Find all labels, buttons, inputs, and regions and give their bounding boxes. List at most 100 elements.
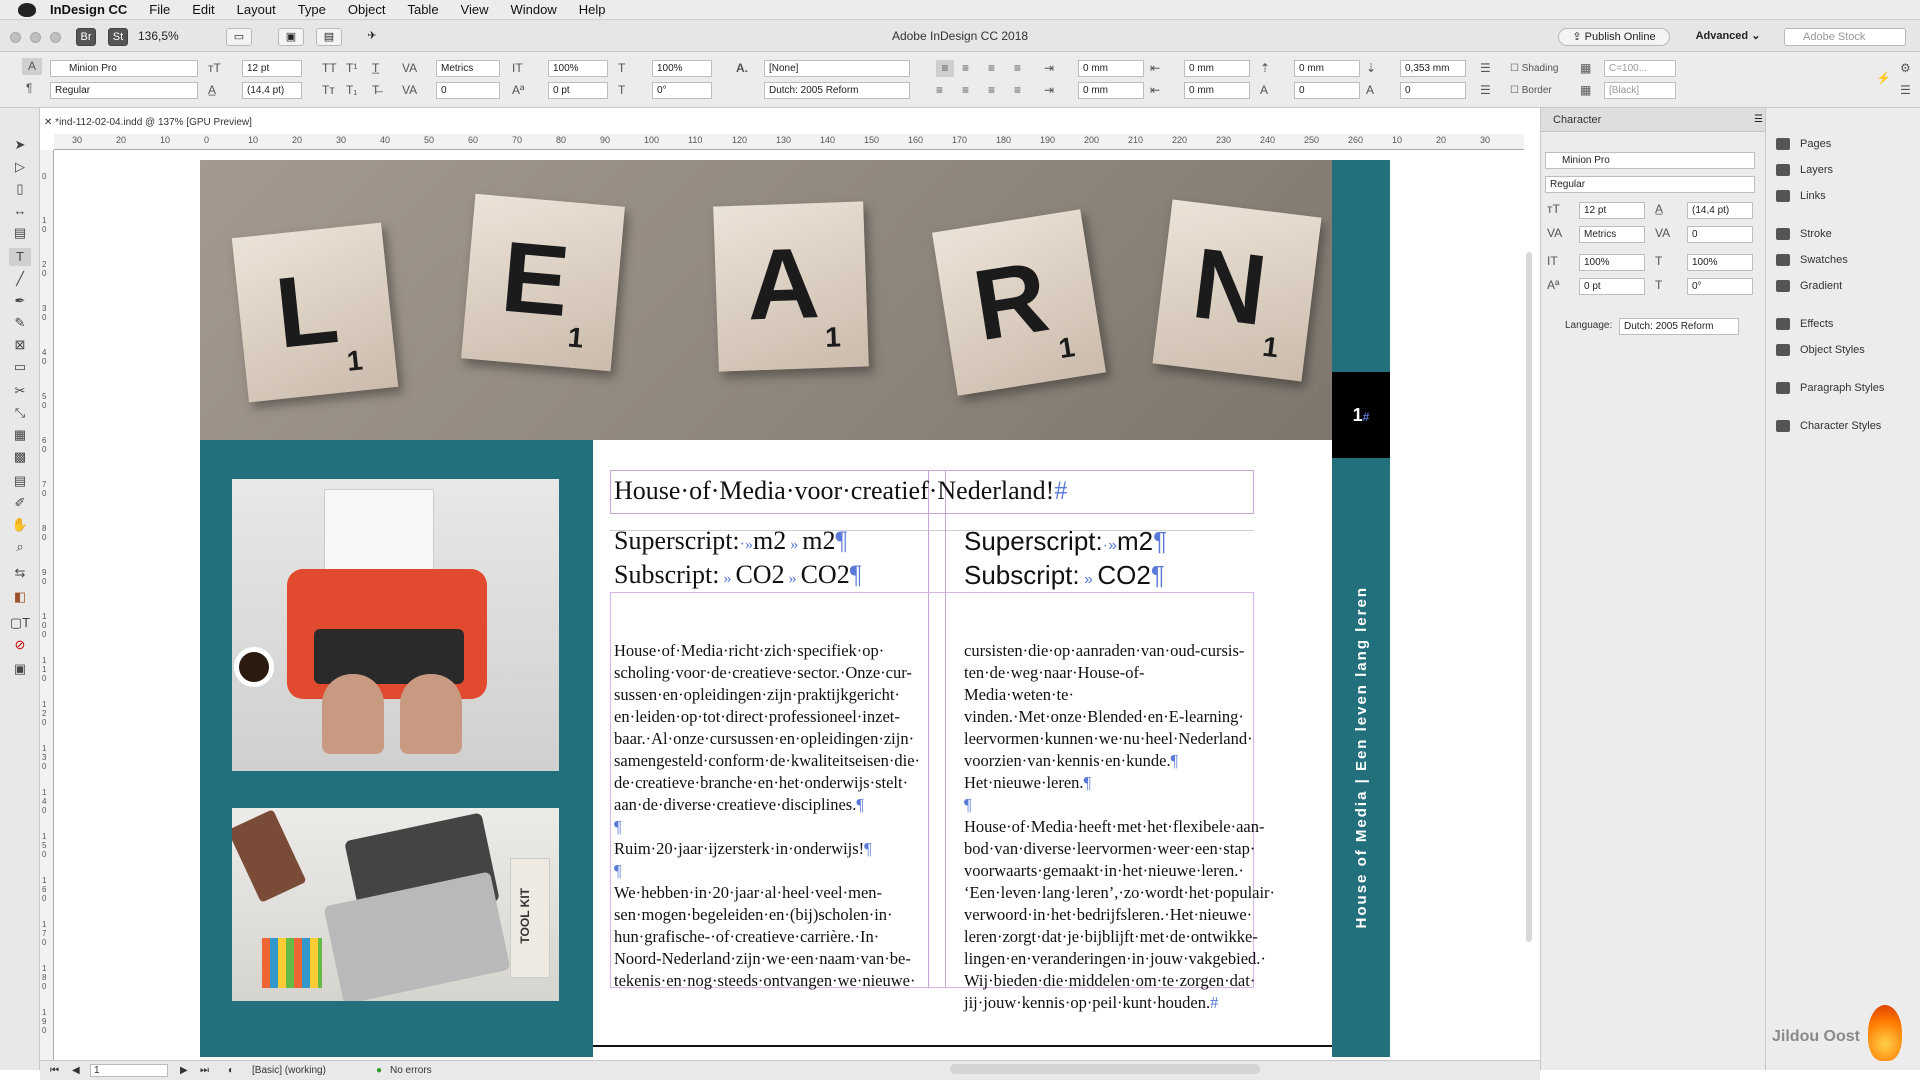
strikethrough-icon[interactable]: T̶: [372, 82, 379, 99]
dock-character-styles[interactable]: Character Styles: [1776, 416, 1881, 436]
view-options-icon[interactable]: ▭: [226, 28, 252, 46]
vertical-scrollbar[interactable]: [1524, 252, 1534, 942]
horizontal-ruler[interactable]: 30 20 10 0 10 20 30 40 50 60 70 80 90 10…: [54, 134, 1524, 150]
underline-icon[interactable]: T̲: [372, 60, 379, 77]
horizontal-scale-field[interactable]: 100%: [652, 60, 712, 77]
close-window-button[interactable]: [10, 32, 21, 43]
apple-icon[interactable]: [18, 2, 36, 17]
character-panel-title[interactable]: Character: [1541, 108, 1765, 132]
learn-photo[interactable]: L1 E1 A1 R1 N1: [200, 160, 1332, 440]
panel-font-size-field[interactable]: 12 pt: [1579, 202, 1645, 219]
previous-page-icon[interactable]: ◀: [72, 1065, 80, 1076]
dock-stroke[interactable]: Stroke: [1776, 224, 1832, 244]
swap-fill-stroke-icon[interactable]: ⇆: [9, 564, 31, 582]
character-style-field[interactable]: [None]: [764, 60, 910, 77]
border-settings-icon[interactable]: ▦: [1580, 82, 1591, 99]
vertical-scale-field[interactable]: 100%: [548, 60, 608, 77]
panel-kerning-field[interactable]: Metrics: [1579, 226, 1645, 243]
space-before-field[interactable]: 0 mm: [1294, 60, 1360, 77]
screen-mode-tool-icon[interactable]: ▣: [9, 660, 31, 678]
menu-app[interactable]: InDesign CC: [50, 2, 127, 17]
note-tool-icon[interactable]: ▤: [9, 472, 31, 490]
character-mode-icon[interactable]: A: [22, 58, 42, 75]
preflight-profile-icon[interactable]: ◐: [228, 1065, 234, 1076]
panel-options-icon[interactable]: ☰: [1750, 112, 1764, 129]
panel-baseline-field[interactable]: 0 pt: [1579, 278, 1645, 295]
align-left-icon[interactable]: ≡: [936, 60, 954, 77]
superscript-line-right[interactable]: Superscript:·»m2¶: [964, 526, 1167, 557]
workspace-switcher[interactable]: Advanced ⌄: [1686, 28, 1770, 46]
hand-tool-icon[interactable]: ✋: [9, 516, 31, 534]
space-after-field[interactable]: 0,353 mm: [1400, 60, 1466, 77]
font-size-field[interactable]: 12 pt: [242, 60, 302, 77]
numbering-icon[interactable]: ☰: [1480, 82, 1491, 99]
font-style-field[interactable]: Regular: [50, 82, 198, 99]
page-heading[interactable]: House·of·Media·voor·creatief·Nederland!#: [614, 476, 1067, 506]
dock-layers[interactable]: Layers: [1776, 160, 1833, 180]
tracking-field[interactable]: 0: [436, 82, 500, 99]
language-field[interactable]: Dutch: 2005 Reform: [764, 82, 910, 99]
gpu-icon[interactable]: ✈: [362, 28, 382, 46]
panel-leading-field[interactable]: (14,4 pt): [1687, 202, 1753, 219]
type-tool-icon[interactable]: T: [9, 248, 31, 266]
zoom-tool-icon[interactable]: ⌕: [9, 538, 31, 556]
superscript-line-left[interactable]: Superscript:·»m2 » m2¶: [614, 526, 847, 556]
selection-tool-icon[interactable]: ➤: [9, 136, 31, 154]
paragraph-mode-icon[interactable]: ¶: [26, 80, 32, 97]
page-number-field[interactable]: 1: [90, 1064, 168, 1077]
baseline-shift-field[interactable]: 0 pt: [548, 82, 608, 99]
panel-skew-field[interactable]: 0°: [1687, 278, 1753, 295]
pencil-tool-icon[interactable]: ✎: [9, 314, 31, 332]
border-color-field[interactable]: [Black]: [1604, 82, 1676, 99]
page-tool-icon[interactable]: ▯: [9, 180, 31, 198]
dock-object-styles[interactable]: Object Styles: [1776, 340, 1865, 360]
arrange-documents-icon[interactable]: ▤: [316, 28, 342, 46]
laptop-photo[interactable]: TOOL KIT: [232, 808, 559, 1001]
publish-online-button[interactable]: ⇪ Publish Online: [1558, 28, 1670, 46]
adobe-stock-search[interactable]: Adobe Stock: [1784, 28, 1906, 46]
last-page-icon[interactable]: ⏭: [200, 1065, 209, 1076]
screen-mode-icon[interactable]: ▣: [278, 28, 304, 46]
drop-cap-lines-field[interactable]: 0: [1294, 82, 1360, 99]
zoom-level[interactable]: 136,5%: [138, 28, 208, 46]
pen-tool-icon[interactable]: ✒: [9, 292, 31, 310]
menu-file[interactable]: File: [149, 2, 170, 17]
vertical-ruler[interactable]: 0 1 0 2 0 3 0 4 0 5 0 6 0 7 0 8 0 9 0 1 …: [40, 150, 54, 1060]
minimize-window-button[interactable]: [30, 32, 41, 43]
shading-color-field[interactable]: C=100...: [1604, 60, 1676, 77]
direct-selection-tool-icon[interactable]: ▷: [9, 158, 31, 176]
close-tab-icon[interactable]: ✕: [44, 117, 55, 128]
subscript-icon[interactable]: T₁: [346, 82, 357, 99]
dock-swatches[interactable]: Swatches: [1776, 250, 1848, 270]
settings-icon[interactable]: ⚙: [1900, 60, 1911, 77]
body-column-left[interactable]: House·of·Media·richt·zich·specifiek·op· …: [614, 640, 926, 992]
free-transform-tool-icon[interactable]: ⤡: [9, 404, 31, 422]
scissors-tool-icon[interactable]: ✂: [9, 382, 31, 400]
rectangle-frame-tool-icon[interactable]: ⊠: [9, 336, 31, 354]
gradient-swatch-tool-icon[interactable]: ▦: [9, 426, 31, 444]
shading-settings-icon[interactable]: ▦: [1580, 60, 1591, 77]
menu-help[interactable]: Help: [579, 2, 606, 17]
body-column-right[interactable]: cursisten·die·op·aanraden·van·oud-cursis…: [964, 640, 1275, 1014]
all-caps-icon[interactable]: TT: [322, 60, 337, 77]
skew-field[interactable]: 0°: [652, 82, 712, 99]
apply-none-icon[interactable]: ⊘: [9, 636, 31, 654]
menu-window[interactable]: Window: [511, 2, 557, 17]
subscript-line-left[interactable]: Subscript: » CO2 » CO2¶: [614, 560, 861, 590]
justify-center-icon[interactable]: ≡: [962, 82, 969, 99]
panel-hscale-field[interactable]: 100%: [1687, 254, 1753, 271]
left-indent-field[interactable]: 0 mm: [1078, 60, 1144, 77]
menu-table[interactable]: Table: [407, 2, 438, 17]
menu-object[interactable]: Object: [348, 2, 386, 17]
justify-right-icon[interactable]: ≡: [1014, 82, 1021, 99]
panel-font-style-field[interactable]: Regular: [1545, 176, 1755, 193]
dock-paragraph-styles[interactable]: Paragraph Styles: [1776, 378, 1884, 398]
menu-view[interactable]: View: [461, 2, 489, 17]
align-spine-icon[interactable]: ≡: [988, 82, 995, 99]
document-tab[interactable]: ✕ *ind-112-02-04.indd @ 137% [GPU Previe…: [44, 112, 252, 134]
dock-pages[interactable]: Pages: [1776, 134, 1831, 154]
stock-button[interactable]: St: [108, 28, 128, 46]
leading-field[interactable]: (14,4 pt): [242, 82, 302, 99]
first-indent-field[interactable]: 0 mm: [1078, 82, 1144, 99]
menu-layout[interactable]: Layout: [237, 2, 276, 17]
